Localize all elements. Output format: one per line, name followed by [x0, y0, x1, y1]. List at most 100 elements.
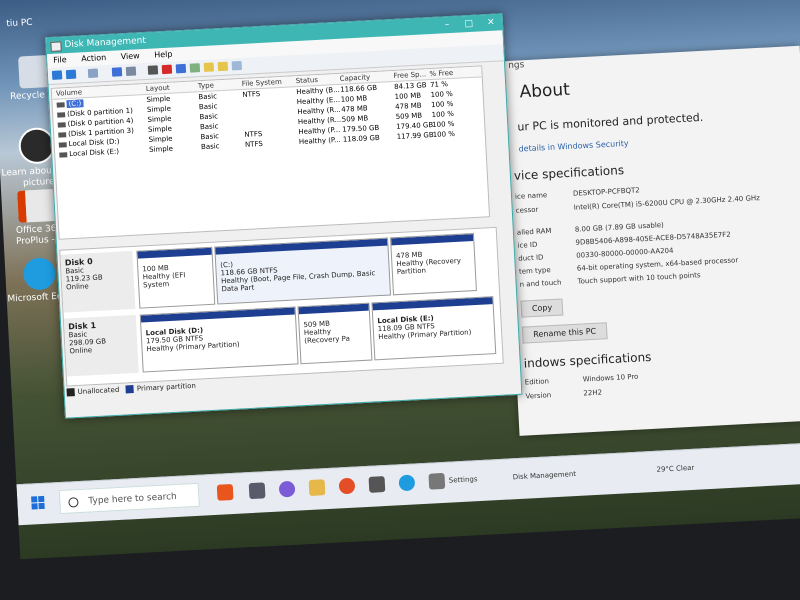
disk-0-label[interactable]: Disk 0 Basic 119.23 GB Online	[60, 250, 136, 313]
device-specs-heading: vice specifications	[513, 163, 625, 183]
column-header[interactable]: Status	[296, 76, 319, 85]
column-header[interactable]: File System	[242, 78, 282, 88]
partition-d[interactable]: Local Disk (D:) 179.50 GB NTFS Healthy (…	[139, 306, 299, 373]
open-icon[interactable]	[217, 61, 229, 72]
volume-fs: NTFS	[244, 129, 263, 139]
spec-key: n and touch	[519, 278, 562, 289]
taskbar-settings-label[interactable]: Settings	[449, 475, 478, 484]
refresh-icon[interactable]	[231, 60, 243, 71]
search-icon	[68, 497, 79, 508]
partition-recovery-1[interactable]: 509 MB Healthy (Recovery Pa	[297, 302, 373, 365]
task-view-icon[interactable]	[216, 483, 234, 501]
volume-icon	[57, 111, 66, 118]
taskbar-diskmgmt-label[interactable]: Disk Management	[513, 470, 577, 481]
menu-action[interactable]: Action	[81, 53, 106, 63]
minimize-button[interactable]: –	[436, 17, 459, 34]
partition-status: Healthy (Recovery Partition	[396, 256, 462, 277]
menu-help[interactable]: Help	[154, 50, 173, 60]
column-header[interactable]: Layout	[146, 84, 170, 93]
volume-free: 478 MB	[394, 101, 422, 111]
volume-icon	[58, 131, 67, 138]
column-header[interactable]: % Free	[429, 69, 453, 78]
settings-gear-icon[interactable]	[428, 472, 446, 490]
desktop-top-label: tiu PC	[6, 17, 33, 30]
disk-graphical-view: Disk 0 Basic 119.23 GB Online 100 MB Hea…	[59, 226, 504, 387]
maximize-button[interactable]: □	[458, 15, 481, 32]
column-header[interactable]: Free Sp...	[393, 70, 426, 80]
folder-icon[interactable]	[203, 62, 215, 72]
rename-pc-button[interactable]: Rename this PC	[521, 322, 608, 344]
menu-view[interactable]: View	[121, 51, 140, 61]
settings-title: ngs	[507, 60, 525, 71]
volume-layout: Simple	[148, 144, 174, 154]
taskbar-search[interactable]: Type here to search	[58, 482, 200, 515]
settings-window: ngs About ur PC is monitored and protect…	[499, 45, 800, 436]
connect-icon[interactable]	[147, 65, 159, 75]
volume-type: Basic	[199, 112, 219, 122]
volume-status: Healthy (P...	[298, 135, 341, 147]
volume-icon	[56, 101, 65, 108]
primary-partition-swatch	[125, 385, 135, 394]
volume-icon	[59, 151, 68, 158]
volume-capacity: 478 MB	[341, 104, 368, 114]
back-icon[interactable]	[51, 70, 63, 80]
volume-layout: Simple	[147, 114, 172, 124]
spec-key: Version	[525, 391, 552, 401]
legend-label: Unallocated	[77, 385, 120, 396]
spec-key: Edition	[524, 377, 550, 387]
edge-taskbar-icon[interactable]	[398, 474, 416, 492]
partition-status: Healthy (EFI System	[142, 271, 186, 290]
volume-name: (C:)	[66, 99, 84, 109]
column-header[interactable]: Type	[198, 81, 214, 90]
widgets-icon[interactable]	[248, 482, 266, 500]
security-details-link[interactable]: details in Windows Security	[518, 139, 628, 154]
partition-bar	[215, 238, 388, 255]
settings-heading: About	[519, 79, 571, 103]
search-placeholder: Type here to search	[88, 491, 178, 507]
weather-widget[interactable]: 29°C Clear	[656, 464, 694, 474]
column-header[interactable]: Volume	[56, 88, 82, 97]
volume-pct-free: 100 %	[432, 129, 456, 140]
volume-icon	[57, 121, 66, 128]
disk-state: Online	[69, 346, 93, 356]
protection-status: ur PC is monitored and protected.	[517, 110, 704, 134]
windows-logo-icon	[31, 503, 38, 510]
volume-capacity: 509 MB	[341, 114, 369, 124]
calendar-icon[interactable]	[368, 476, 386, 493]
file-explorer-icon[interactable]	[308, 479, 326, 496]
volume-list: Volume Layout Type File System Status Ca…	[50, 65, 491, 240]
firefox-icon[interactable]	[338, 477, 356, 495]
monitor-screen: tiu PC Recycle Bin Learn about this pict…	[0, 0, 800, 560]
volume-fs: NTFS	[244, 139, 264, 149]
copilot-icon[interactable]	[278, 480, 296, 498]
partition-c[interactable]: (C:) 118.66 GB NTFS Healthy (Boot, Page …	[214, 237, 392, 305]
forward-icon[interactable]	[65, 69, 77, 80]
volume-free: 509 MB	[395, 111, 423, 121]
volume-type: Basic	[198, 102, 218, 112]
volume-layout: Simple	[148, 134, 173, 144]
partition-bar	[372, 297, 493, 311]
close-button[interactable]: ✕	[480, 14, 503, 31]
partition-e[interactable]: Local Disk (E:) 118.09 GB NTFS Healthy (…	[371, 296, 497, 361]
volume-name: Local Disk (E:)	[69, 147, 120, 159]
properties-icon[interactable]	[87, 68, 99, 78]
partition-recovery-0[interactable]: 478 MB Healthy (Recovery Partition	[390, 233, 477, 296]
volume-capacity: 100 MB	[340, 94, 368, 104]
windows-specs-heading: indows specifications	[523, 349, 652, 371]
volume-icon	[58, 141, 67, 148]
menu-file[interactable]: File	[53, 55, 67, 65]
column-header[interactable]: Capacity	[339, 73, 370, 83]
view-icon[interactable]	[125, 66, 137, 77]
partition-status: Healthy (Recovery Pa	[303, 327, 351, 346]
format-icon[interactable]	[175, 63, 187, 74]
delete-icon[interactable]	[161, 64, 173, 75]
start-button[interactable]	[31, 495, 46, 511]
volume-layout: Simple	[146, 104, 172, 114]
partition-bar	[140, 307, 295, 323]
spec-key: cessor	[515, 205, 539, 215]
disk-1-label[interactable]: Disk 1 Basic 298.09 GB Online	[63, 314, 139, 377]
copy-button[interactable]: Copy	[520, 298, 564, 318]
partition-efi[interactable]: 100 MB Healthy (EFI System	[136, 246, 216, 309]
help-icon[interactable]	[111, 67, 123, 77]
check-icon[interactable]	[189, 63, 201, 73]
